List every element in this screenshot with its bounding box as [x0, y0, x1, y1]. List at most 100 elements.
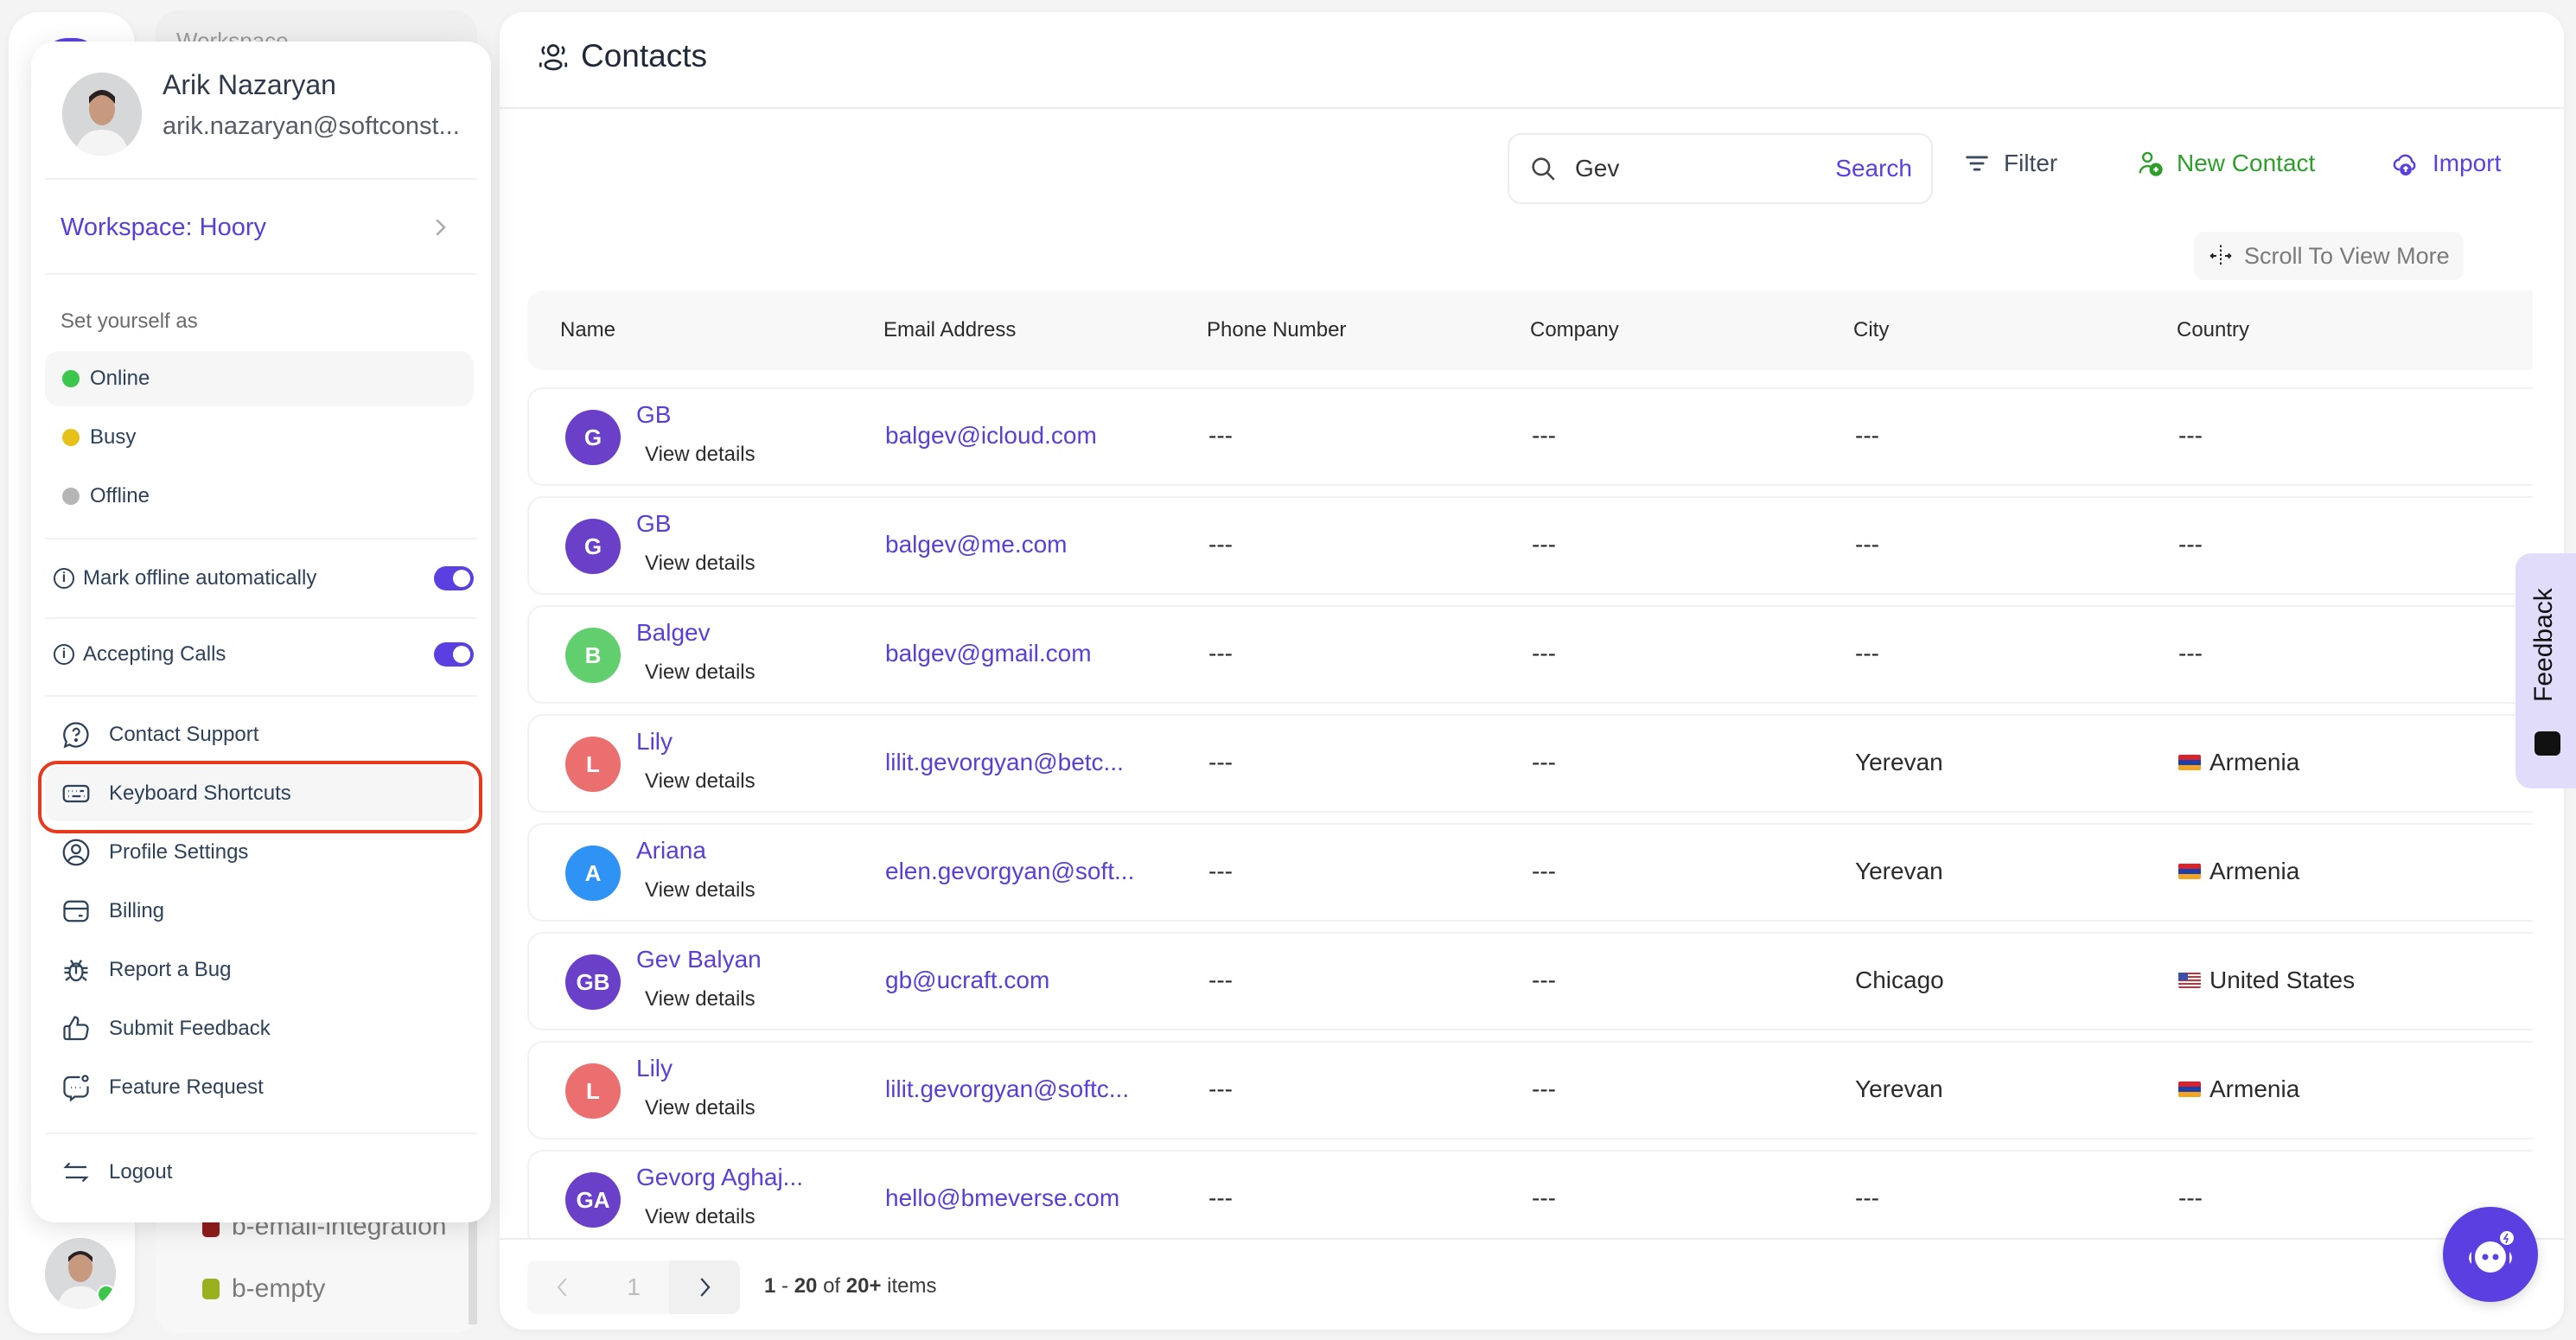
new-contact-button[interactable]: New Contact [2135, 149, 2315, 178]
feature-request-icon [63, 1075, 89, 1102]
contact-avatar: L [565, 737, 621, 792]
view-details-link[interactable]: View details [645, 443, 756, 467]
view-details-link[interactable]: View details [645, 1096, 756, 1120]
contact-email-link[interactable]: balgev@icloud.com [885, 422, 1097, 450]
logout-button[interactable]: Logout [45, 1145, 474, 1200]
view-details-link[interactable]: View details [645, 987, 756, 1011]
table-row[interactable]: B Balgev View details balgev@gmail.com -… [527, 605, 2533, 704]
view-details-link[interactable]: View details [645, 1205, 756, 1229]
status-online[interactable]: Online [45, 351, 474, 406]
contact-city: --- [1855, 1184, 1879, 1211]
contact-email-link[interactable]: gb@ucraft.com [885, 967, 1049, 994]
table-row[interactable]: L Lily View details lilit.gevorgyan@soft… [527, 1041, 2533, 1139]
menu-item-submit-feedback[interactable]: Submit Feedback [45, 1001, 474, 1056]
menu-item-label: Profile Settings [109, 840, 249, 864]
column-header-city[interactable]: City [1853, 318, 1889, 342]
column-header-name[interactable]: Name [560, 318, 615, 342]
contact-name-link[interactable]: Lily [636, 728, 673, 756]
contact-company: --- [1532, 1184, 1556, 1211]
menu-item-profile-settings[interactable]: Profile Settings [45, 825, 474, 880]
prev-page-button[interactable] [527, 1260, 598, 1314]
contact-company: --- [1532, 749, 1556, 775]
accepting-calls-toggle[interactable] [434, 642, 474, 667]
contact-country: --- [2178, 1184, 2203, 1212]
menu-item-report-bug[interactable]: Report a Bug [45, 942, 474, 998]
table-row[interactable]: GA Gevorg Aghaj... View details hello@bm… [527, 1150, 2533, 1238]
contact-email-link[interactable]: lilit.gevorgyan@softc... [885, 1075, 1129, 1103]
filter-button[interactable]: Filter [1962, 149, 2057, 178]
contact-email-link[interactable]: lilit.gevorgyan@betc... [885, 749, 1124, 776]
page-title: Contacts [536, 38, 707, 74]
search-icon [1532, 157, 1555, 181]
chevron-left-icon [557, 1278, 567, 1297]
page-number-button[interactable]: 1 [598, 1260, 669, 1314]
contact-email-link[interactable]: hello@bmeverse.com [885, 1184, 1119, 1212]
menu-item-label: Report a Bug [109, 958, 232, 981]
chat-bot-button[interactable] [2443, 1207, 2538, 1302]
contact-name-link[interactable]: Balgev [636, 619, 711, 647]
workspace-switcher[interactable]: Workspace: Hoory [61, 206, 475, 249]
contact-phone: --- [1208, 422, 1233, 449]
contact-name-link[interactable]: Gev Balyan [636, 946, 762, 973]
view-details-link[interactable]: View details [645, 769, 756, 794]
sidebar-scrollbar[interactable] [469, 1221, 477, 1324]
contact-email-link[interactable]: balgev@gmail.com [885, 640, 1092, 667]
contact-country: --- [2178, 531, 2203, 558]
armenia-flag-icon [2178, 755, 2201, 770]
divider [45, 617, 477, 619]
next-page-button[interactable] [669, 1260, 740, 1314]
info-icon[interactable]: i [54, 644, 74, 665]
user-photo-icon [62, 73, 142, 156]
info-icon[interactable]: i [54, 568, 74, 589]
view-details-link[interactable]: View details [645, 660, 756, 685]
user-avatar-button[interactable] [45, 1238, 116, 1309]
feedback-tab[interactable]: Feedback [2515, 553, 2576, 788]
status-offline[interactable]: Offline [45, 469, 474, 524]
menu-item-billing[interactable]: Billing [45, 884, 474, 939]
contact-name-link[interactable]: Lily [636, 1055, 673, 1082]
contact-phone: --- [1208, 749, 1233, 775]
contact-email-link[interactable]: elen.gevorgyan@soft... [885, 858, 1134, 885]
search-button[interactable]: Search [1835, 155, 1912, 182]
profile-email: arik.nazaryan@softconst... [163, 112, 460, 140]
table-footer: 1 1 - 20 of 20+ items [500, 1238, 2564, 1330]
logout-icon [63, 1162, 89, 1183]
add-user-icon [2139, 151, 2163, 176]
column-header-email[interactable]: Email Address [883, 318, 1016, 342]
contact-name-link[interactable]: GB [636, 510, 671, 538]
workspace-label: Workspace: Hoory [61, 213, 266, 241]
contact-email-link[interactable]: balgev@me.com [885, 531, 1068, 558]
status-busy[interactable]: Busy [45, 410, 474, 465]
mark-offline-toggle[interactable] [434, 566, 474, 590]
contact-name-link[interactable]: Gevorg Aghaj... [636, 1164, 803, 1191]
table-row[interactable]: G GB View details balgev@me.com --- --- … [527, 496, 2533, 595]
contact-name-link[interactable]: Ariana [636, 837, 706, 865]
contact-country: --- [2178, 422, 2203, 450]
table-row[interactable]: L Lily View details lilit.gevorgyan@betc… [527, 714, 2533, 813]
contact-company: --- [1532, 640, 1556, 667]
contact-company: --- [1532, 1075, 1556, 1102]
toggle-label: Accepting Calls [83, 642, 226, 666]
menu-item-keyboard-shortcuts[interactable]: Keyboard Shortcuts [45, 766, 474, 821]
import-button[interactable]: Import [2391, 149, 2501, 178]
menu-item-contact-support[interactable]: Contact Support [45, 707, 474, 763]
items-label: items [887, 1274, 937, 1298]
filter-label: Filter [2004, 150, 2058, 176]
label-item[interactable]: b-empty [202, 1274, 325, 1304]
contact-name-link[interactable]: GB [636, 401, 671, 429]
country-name: --- [2178, 531, 2203, 558]
column-header-company[interactable]: Company [1530, 318, 1619, 342]
view-details-link[interactable]: View details [645, 878, 756, 903]
thumbs-up-icon [63, 1016, 89, 1041]
search-input[interactable] [1575, 155, 1826, 182]
menu-item-feature-request[interactable]: Feature Request [45, 1060, 474, 1115]
table-row[interactable]: G GB View details balgev@icloud.com --- … [527, 387, 2533, 486]
column-header-country[interactable]: Country [2177, 318, 2249, 342]
table-row[interactable]: A Ariana View details elen.gevorgyan@sof… [527, 823, 2533, 922]
column-header-phone[interactable]: Phone Number [1207, 318, 1346, 342]
mark-offline-row: i Mark offline automatically [54, 557, 482, 600]
table-row[interactable]: GB Gev Balyan View details gb@ucraft.com… [527, 932, 2533, 1031]
view-details-link[interactable]: View details [645, 552, 756, 576]
country-name: Armenia [2209, 858, 2300, 884]
page-title-text: Contacts [581, 38, 708, 73]
